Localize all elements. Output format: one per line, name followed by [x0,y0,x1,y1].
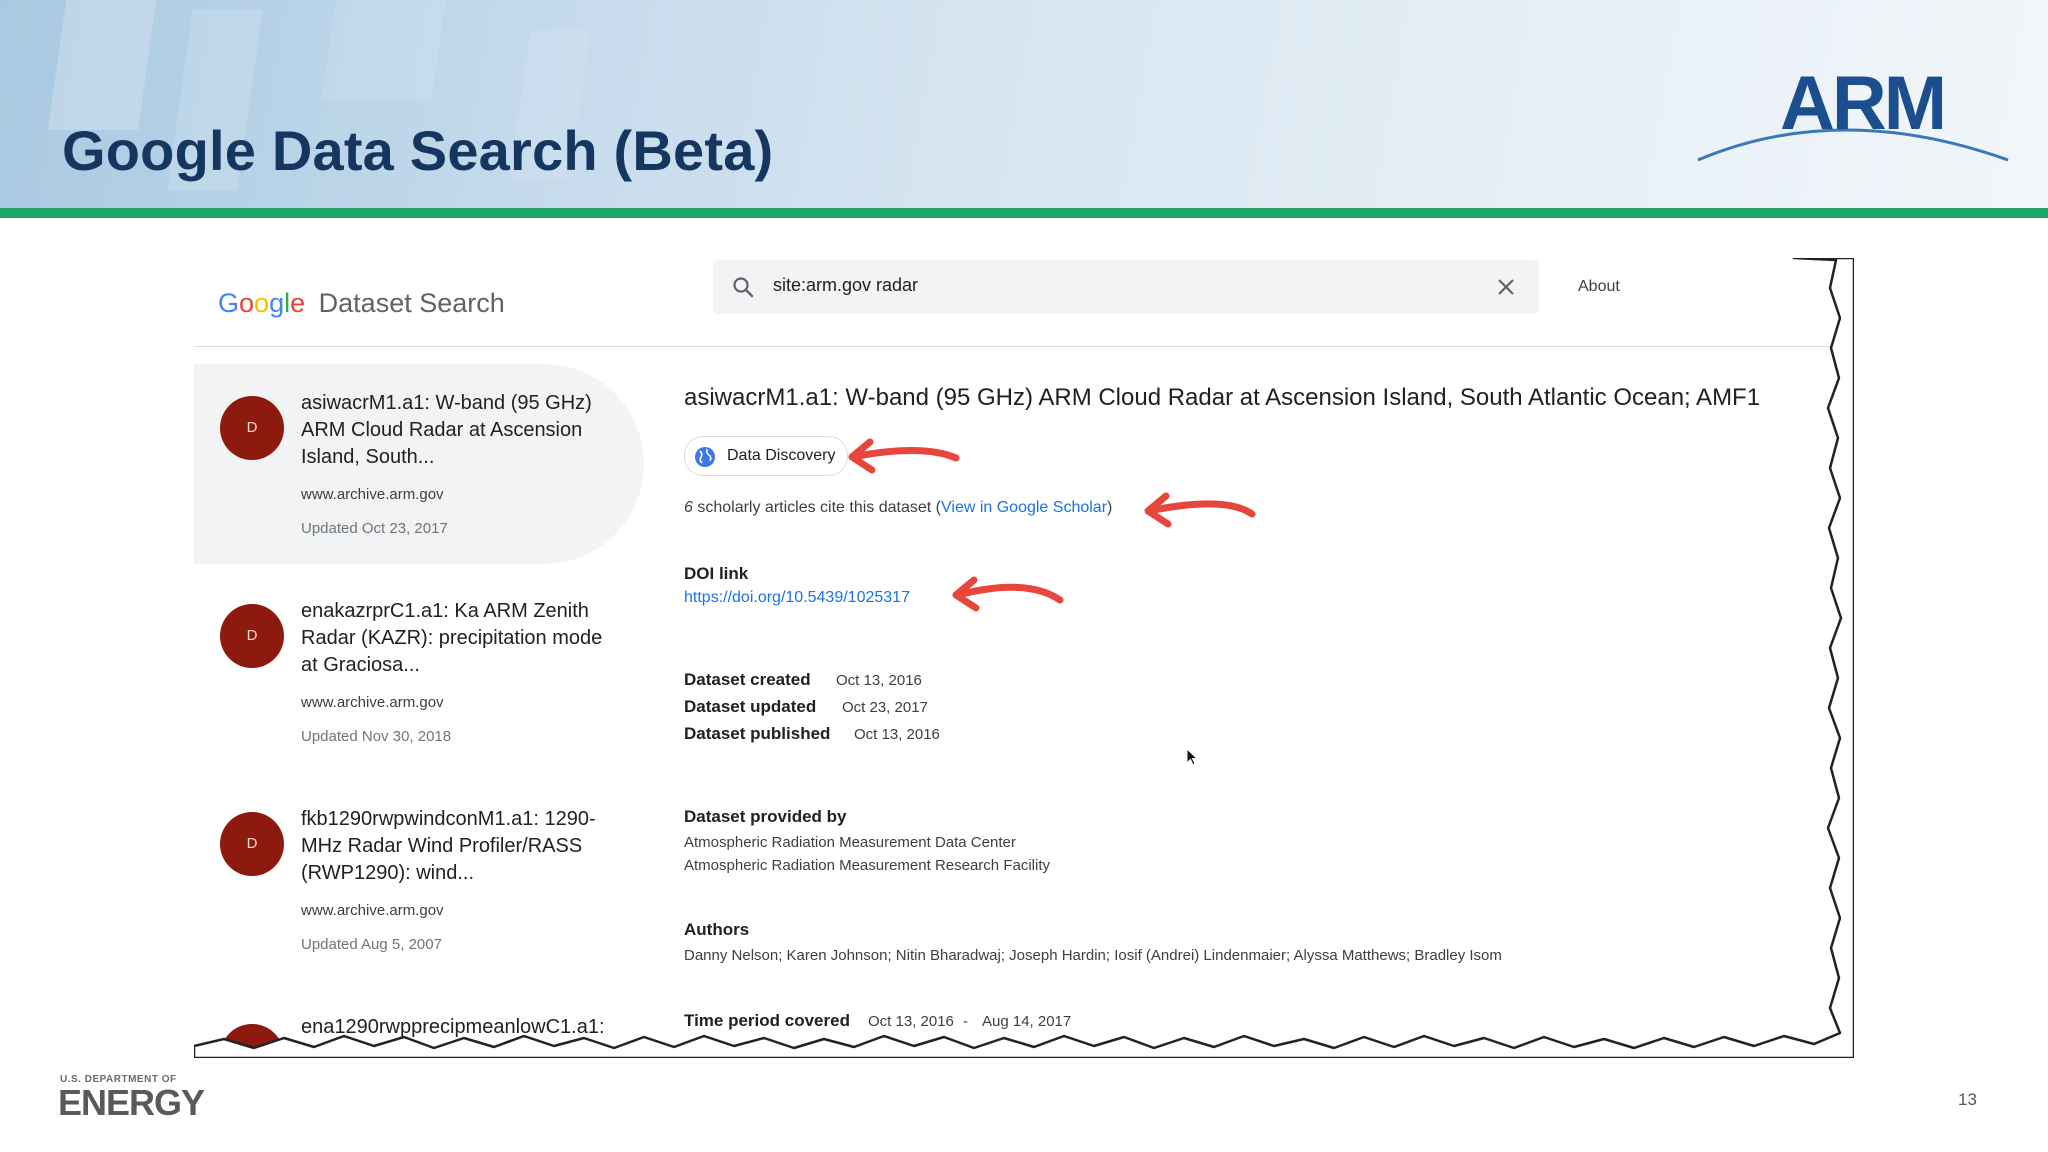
search-query[interactable]: site:arm.gov radar [773,275,918,296]
result-item[interactable]: D fkb1290rwpwindconM1.a1: 1290-MHz Radar… [194,780,649,980]
doi-link[interactable]: https://doi.org/10.5439/1025317 [684,589,910,607]
product-name: Dataset Search [318,288,505,318]
result-item[interactable]: D enakazrprC1.a1: Ka ARM Zenith Radar (K… [194,572,649,772]
slide-header-banner: Google Data Search (Beta) ARM [0,0,2048,210]
updated-value: Oct 23, 2017 [842,699,928,716]
google-dataset-search-logo[interactable]: Google Dataset Search [218,288,505,319]
result-item-selected[interactable]: D asiwacrM1.a1: W-band (95 GHz) ARM Clou… [194,364,644,564]
chip-label: Data Discovery [727,447,836,464]
globe-icon [695,447,715,467]
banner-decoration [321,0,449,100]
result-updated: Updated Nov 30, 2018 [301,728,452,745]
arm-logo-text: ARM [1780,61,1947,146]
avatar: D [220,396,284,460]
result-updated: Updated Aug 5, 2007 [301,936,442,953]
data-discovery-chip[interactable]: Data Discovery [684,436,849,476]
citation-count: 6 [684,499,693,516]
dataset-detail-pane: asiwacrM1.a1: W-band (95 GHz) ARM Cloud … [684,364,1834,1048]
citation-text: scholarly articles cite this dataset ( [692,499,941,516]
search-icon[interactable] [731,275,755,299]
provider: Atmospheric Radiation Measurement Data C… [684,834,1016,851]
citation-line: 6 scholarly articles cite this dataset (… [684,499,1112,517]
time-start: Oct 13, 2016 [868,1013,954,1030]
avatar: D [220,1024,284,1048]
annotation-arrow-icon [1144,492,1256,528]
result-source: www.archive.arm.gov [301,694,444,711]
annotation-arrow-icon [952,576,1064,612]
result-title[interactable]: enakazrprC1.a1: Ka ARM Zenith Radar (KAZ… [301,598,621,679]
result-source: www.archive.arm.gov [301,486,444,503]
doi-label: DOI link [684,564,749,583]
logo-letter: g [269,288,285,318]
result-title[interactable]: ena1290rwpprecipmeanlowC1.a1: [301,1014,621,1041]
logo-letter: G [218,288,240,318]
avatar: D [220,604,284,668]
published-value: Oct 13, 2016 [854,726,940,743]
header-divider [0,208,2048,218]
result-updated: Updated Oct 23, 2017 [301,520,448,537]
provider: Atmospheric Radiation Measurement Resear… [684,857,1050,874]
created-value: Oct 13, 2016 [836,672,922,689]
result-item[interactable]: D ena1290rwpprecipmeanlowC1.a1: [194,988,649,1048]
google-scholar-link[interactable]: View in Google Scholar [941,499,1107,516]
mouse-cursor-icon [1186,748,1199,766]
close-icon[interactable] [1495,276,1517,298]
provided-by-label: Dataset provided by [684,807,847,826]
annotation-arrow-icon [848,438,960,474]
result-source: www.archive.arm.gov [301,902,444,919]
dataset-search-screenshot: Google Dataset Search site:arm.gov radar… [194,258,1842,1048]
logo-letter: o [254,288,270,318]
page-number: 13 [1958,1090,1977,1109]
about-link[interactable]: About [1578,278,1620,296]
authors-value: Danny Nelson; Karen Johnson; Nitin Bhara… [684,947,1502,964]
arm-logo: ARM [1690,60,2020,170]
time-separator: - [963,1013,968,1030]
search-input[interactable]: site:arm.gov radar [713,260,1539,314]
result-title[interactable]: asiwacrM1.a1: W-band (95 GHz) ARM Cloud … [301,390,621,471]
doe-logo: ENERGY [58,1082,205,1123]
dataset-title: asiwacrM1.a1: W-band (95 GHz) ARM Cloud … [684,384,1761,411]
published-label: Dataset published [684,724,831,743]
time-end: Aug 14, 2017 [982,1013,1072,1030]
avatar: D [220,812,284,876]
logo-letter: e [290,288,306,318]
created-label: Dataset created [684,670,811,689]
search-header: Google Dataset Search site:arm.gov radar… [194,258,1842,347]
slide-title: Google Data Search (Beta) [62,119,774,182]
results-list: D asiwacrM1.a1: W-band (95 GHz) ARM Clou… [194,364,649,1048]
updated-label: Dataset updated [684,697,817,716]
banner-decoration [48,0,162,130]
authors-label: Authors [684,920,750,939]
citation-close: ) [1107,499,1113,516]
logo-letter: o [239,288,255,318]
result-title[interactable]: fkb1290rwpwindconM1.a1: 1290-MHz Radar W… [301,806,621,887]
time-period-label: Time period covered [684,1011,850,1030]
